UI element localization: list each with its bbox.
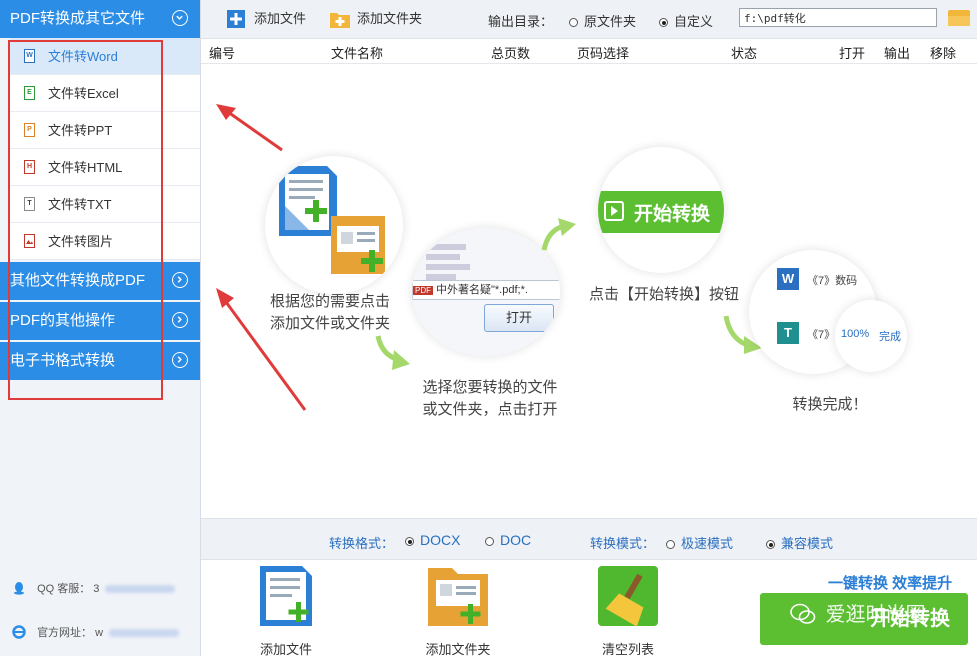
arrow-head [216, 104, 236, 120]
result-row1: 《7》数码 [807, 275, 858, 287]
column-header-index: 编号 [209, 46, 236, 61]
radio-docx[interactable]: DOCX [405, 532, 460, 548]
mode-label: 转换模式： [590, 536, 656, 551]
progress-bubble: 100% 完成 [835, 300, 907, 372]
add-folder-icon [330, 13, 350, 28]
output-path-input[interactable]: f:\pdf转化 [739, 8, 937, 27]
bottom-add-folder-button[interactable]: 添加文件夹 [408, 566, 508, 658]
column-header-remove: 移除 [930, 46, 957, 61]
selected-filename: 中外著名疑"*.pdf;*. [436, 284, 528, 296]
clear-list-label: 清空列表 [601, 642, 654, 657]
start-convert-preview: 开始转换 [598, 191, 724, 233]
radio-doc[interactable]: DOC [485, 532, 531, 548]
add-file-button[interactable]: 添加文件 [226, 9, 306, 29]
result-row2: 《7》 [807, 329, 836, 341]
annotation-highlight-box [8, 40, 163, 400]
step3-caption: 点击【开始转换】按钮 [588, 286, 739, 303]
radio-checked-icon [766, 540, 775, 549]
site-value: w [95, 627, 104, 639]
add-file-folder-illustration [279, 166, 385, 274]
add-file-label: 添加文件 [254, 11, 307, 26]
output-dir-label: 输出目录： [488, 14, 554, 29]
pdf-file-icon: PDF [413, 286, 433, 295]
qq-icon [14, 582, 24, 595]
column-header-open: 打开 [839, 46, 866, 61]
step2-caption: 选择您要转换的文件 或文件夹，点击打开 [405, 377, 575, 421]
start-convert-preview-label: 开始转换 [634, 204, 711, 225]
radio-icon [485, 537, 494, 546]
column-header-page-select: 页码选择 [577, 46, 630, 61]
section-pdf-to-other[interactable]: PDF转换成其它文件 [0, 0, 200, 38]
step3-illustration: 开始转换 [598, 147, 724, 273]
step2-illustration: PDF 中外著名疑"*.pdf;*. 打开 [412, 228, 560, 356]
step2-line2: 或文件夹，点击打开 [422, 401, 558, 418]
step1-line1: 根据您的需要点击 [269, 293, 390, 310]
qq-value: 3 [93, 583, 100, 595]
qq-support[interactable]: QQ 客服： 3 [12, 580, 176, 596]
radio-custom-folder[interactable]: 自定义 [659, 11, 713, 30]
radio-icon [666, 540, 675, 549]
add-file-icon [260, 566, 312, 626]
chevron-right-icon [172, 312, 188, 328]
step1-caption: 根据您的需要点击 添加文件或文件夹 [255, 291, 405, 335]
play-icon [604, 201, 624, 221]
radio-label: 自定义 [674, 14, 714, 29]
filename-field[interactable]: PDF 中外著名疑"*.pdf;*. [412, 280, 560, 300]
radio-label: 兼容模式 [781, 536, 834, 551]
radio-original-folder[interactable]: 原文件夹 [569, 11, 636, 30]
add-folder-button[interactable]: 添加文件夹 [329, 9, 422, 29]
wechat-watermark: 爱逛时尚圈 [790, 598, 926, 627]
radio-checked-icon [405, 537, 414, 546]
clear-list-button[interactable]: 清空列表 [578, 566, 678, 658]
bottom-add-file-label: 添加文件 [259, 642, 312, 657]
radio-label: 原文件夹 [584, 14, 637, 29]
column-header-status: 状态 [731, 46, 758, 61]
column-header-pages: 总页数 [491, 46, 531, 61]
chevron-right-icon [172, 272, 188, 288]
wechat-icon [790, 603, 816, 624]
word-doc-icon: W [777, 268, 799, 290]
column-header-output: 输出 [884, 46, 911, 61]
bottom-add-folder-label: 添加文件夹 [425, 642, 491, 657]
format-label: 转换格式： [329, 536, 395, 551]
bottom-add-file-button[interactable]: 添加文件 [236, 566, 336, 658]
add-folder-icon [428, 568, 488, 626]
add-file-icon [227, 10, 245, 28]
step4-caption: 转换完成！ [792, 396, 868, 413]
watermark-text: 爱逛时尚圈 [825, 604, 926, 626]
radio-checked-icon [659, 18, 668, 27]
radio-fast-mode[interactable]: 极速模式 [666, 533, 733, 552]
official-site[interactable]: 官方网址： w [12, 624, 180, 640]
ie-browser-icon [12, 625, 26, 639]
progress-percent: 100% [841, 328, 870, 340]
browse-folder-icon[interactable] [948, 10, 970, 26]
step1-illustration [265, 156, 403, 294]
broom-icon [598, 566, 658, 627]
chevron-down-icon [172, 10, 188, 26]
green-arrow-icon [375, 335, 410, 370]
arrow-head [216, 288, 234, 308]
column-header-filename: 文件名称 [331, 46, 384, 61]
chevron-right-icon [172, 352, 188, 368]
radio-label: DOCX [420, 532, 461, 548]
site-label: 官方网址： [37, 627, 93, 639]
format-bar: 转换格式： DOCX DOC 转换模式： 极速模式 兼容模式 [201, 518, 977, 560]
add-folder-label: 添加文件夹 [357, 11, 423, 26]
file-table-header: 编号 文件名称 总页数 页码选择 状态 打开 输出 移除 [201, 39, 977, 64]
radio-label: 极速模式 [681, 536, 734, 551]
open-button[interactable]: 打开 [484, 304, 554, 332]
section-title: PDF转换成其它文件 [10, 10, 146, 27]
qq-label: QQ 客服： [37, 583, 91, 595]
txt-doc-icon: T [777, 322, 799, 344]
radio-label: DOC [500, 532, 532, 548]
slogan: 一键转换 效率提升 [828, 575, 953, 592]
green-arrow-icon [541, 218, 576, 251]
radio-icon [569, 18, 578, 27]
progress-status: 完成 [879, 331, 901, 343]
step2-line1: 选择您要转换的文件 [422, 379, 558, 396]
radio-compat-mode[interactable]: 兼容模式 [766, 533, 833, 552]
